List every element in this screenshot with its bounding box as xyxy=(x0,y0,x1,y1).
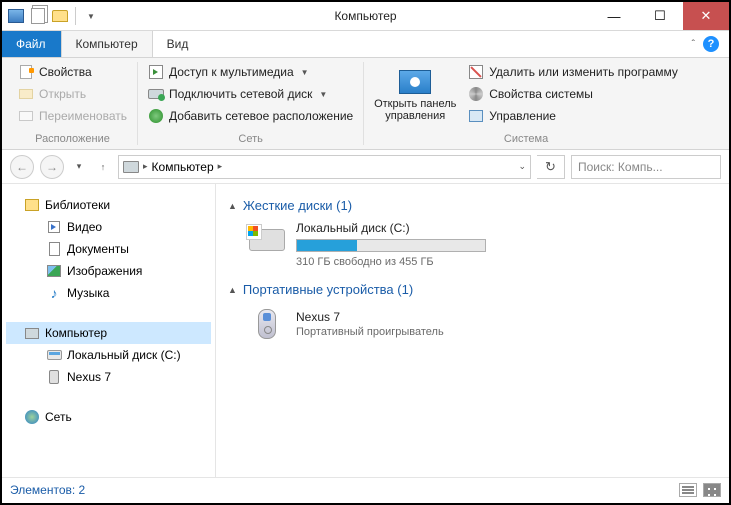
maximize-button[interactable]: ☐ xyxy=(637,2,683,30)
rename-button[interactable]: Переименовать xyxy=(14,106,131,126)
forward-button[interactable]: → xyxy=(40,155,64,179)
tab-computer[interactable]: Компьютер xyxy=(61,31,153,57)
uninstall-button[interactable]: Удалить или изменить программу xyxy=(464,62,682,82)
address-dropdown-icon[interactable]: ⌄ xyxy=(518,161,526,172)
device-item[interactable]: Nexus 7 Портативный проигрыватель xyxy=(248,305,717,343)
group-label-system: Система xyxy=(370,130,682,145)
system-properties-button[interactable]: Свойства системы xyxy=(464,84,682,104)
content-pane: ▲ Жесткие диски (1) Локальный диск (C:) … xyxy=(216,184,729,477)
status-bar: Элементов: 2 xyxy=(2,477,729,501)
tree-music[interactable]: ♪Музыка xyxy=(6,282,211,304)
body: Библиотеки Видео Документы Изображения ♪… xyxy=(2,184,729,477)
view-details-icon[interactable] xyxy=(679,483,697,497)
search-input[interactable]: Поиск: Компь... xyxy=(571,155,721,179)
computer-icon xyxy=(123,161,139,173)
help-icon[interactable]: ? xyxy=(703,36,719,52)
uninstall-label: Удалить или изменить программу xyxy=(489,65,678,79)
group-label-network: Сеть xyxy=(144,130,357,145)
navigation-bar: ← → ▾ ↑ ▸ Компьютер ▸ ⌄ ↻ Поиск: Компь..… xyxy=(2,150,729,184)
qat-separator xyxy=(75,7,76,25)
hdd-icon xyxy=(248,221,286,259)
open-button[interactable]: Открыть xyxy=(14,84,131,104)
collapse-icon[interactable]: ▲ xyxy=(228,201,237,211)
tree-nexus[interactable]: Nexus 7 xyxy=(6,366,211,388)
close-button[interactable]: ✕ xyxy=(683,2,729,30)
up-button[interactable]: ↑ xyxy=(94,155,112,179)
tab-file[interactable]: Файл xyxy=(2,31,61,57)
qat-dropdown-icon[interactable]: ▼ xyxy=(81,6,101,26)
properties-button[interactable]: Свойства xyxy=(14,62,131,82)
refresh-button[interactable]: ↻ xyxy=(537,155,565,179)
view-tiles-icon[interactable] xyxy=(703,483,721,497)
device-name: Nexus 7 xyxy=(296,310,444,324)
tab-view[interactable]: Вид xyxy=(153,31,204,57)
tree-videos[interactable]: Видео xyxy=(6,216,211,238)
tree-pictures[interactable]: Изображения xyxy=(6,260,211,282)
manage-label: Управление xyxy=(489,109,556,123)
ribbon: Свойства Открыть Переименовать Расположе… xyxy=(2,58,729,150)
map-drive-label: Подключить сетевой диск xyxy=(169,87,312,101)
search-placeholder: Поиск: Компь... xyxy=(578,160,663,174)
chevron-right-icon[interactable]: ▸ xyxy=(143,161,148,172)
minimize-button[interactable]: — xyxy=(591,2,637,30)
tree-documents[interactable]: Документы xyxy=(6,238,211,260)
chevron-down-icon: ▼ xyxy=(301,68,309,77)
tree-local-disk[interactable]: Локальный диск (C:) xyxy=(6,344,211,366)
group-label-location: Расположение xyxy=(14,130,131,145)
recent-locations-icon[interactable]: ▾ xyxy=(70,155,88,179)
add-netloc-button[interactable]: Добавить сетевое расположение xyxy=(144,106,357,126)
ribbon-tab-bar: Файл Компьютер Вид ˆ ? xyxy=(2,31,729,58)
media-access-label: Доступ к мультимедиа xyxy=(169,65,294,79)
window-title: Компьютер xyxy=(334,9,396,23)
control-panel-label-1: Открыть панель xyxy=(374,98,456,110)
ribbon-group-system: Открыть панельуправления Удалить или изм… xyxy=(364,62,688,145)
status-item-count: Элементов: 2 xyxy=(10,483,85,497)
drive-item[interactable]: Локальный диск (C:) 310 ГБ свободно из 4… xyxy=(248,221,717,268)
tree-computer[interactable]: Компьютер xyxy=(6,322,211,344)
add-netloc-label: Добавить сетевое расположение xyxy=(169,109,353,123)
device-type: Портативный проигрыватель xyxy=(296,326,444,338)
chevron-down-icon: ▼ xyxy=(319,90,327,99)
control-panel-label-2: управления xyxy=(385,110,445,122)
ribbon-group-location: Свойства Открыть Переименовать Расположе… xyxy=(8,62,138,145)
collapse-ribbon-icon[interactable]: ˆ xyxy=(692,39,695,50)
app-icon[interactable] xyxy=(6,6,26,26)
breadcrumb[interactable]: Компьютер xyxy=(152,160,214,174)
tree-libraries[interactable]: Библиотеки xyxy=(6,194,211,216)
drive-usage-bar xyxy=(296,239,486,252)
back-button[interactable]: ← xyxy=(10,155,34,179)
quick-access-toolbar: ▼ xyxy=(2,6,101,26)
media-access-button[interactable]: Доступ к мультимедиа ▼ xyxy=(144,62,357,82)
qat-new-folder-icon[interactable] xyxy=(50,6,70,26)
portable-player-icon xyxy=(248,305,286,343)
rename-label: Переименовать xyxy=(39,109,127,123)
ribbon-group-network: Доступ к мультимедиа ▼ Подключить сетевой… xyxy=(138,62,364,145)
collapse-icon[interactable]: ▲ xyxy=(228,285,237,295)
open-label: Открыть xyxy=(39,87,86,101)
section-portable-devices[interactable]: ▲ Портативные устройства (1) xyxy=(228,282,717,297)
address-bar[interactable]: ▸ Компьютер ▸ ⌄ xyxy=(118,155,531,179)
chevron-right-icon[interactable]: ▸ xyxy=(218,161,223,172)
map-drive-button[interactable]: Подключить сетевой диск ▼ xyxy=(144,84,357,104)
qat-properties-icon[interactable] xyxy=(28,6,48,26)
section-hard-drives[interactable]: ▲ Жесткие диски (1) xyxy=(228,198,717,213)
properties-label: Свойства xyxy=(39,65,92,79)
control-panel-button[interactable]: Открыть панельуправления xyxy=(370,62,460,130)
manage-button[interactable]: Управление xyxy=(464,106,682,126)
system-properties-label: Свойства системы xyxy=(489,87,593,101)
drive-free-text: 310 ГБ свободно из 455 ГБ xyxy=(296,256,486,268)
drive-name: Локальный диск (C:) xyxy=(296,221,486,235)
control-panel-icon xyxy=(399,70,431,94)
title-bar: ▼ Компьютер — ☐ ✕ xyxy=(2,2,729,31)
tree-network[interactable]: Сеть xyxy=(6,406,211,428)
navigation-tree[interactable]: Библиотеки Видео Документы Изображения ♪… xyxy=(2,184,216,477)
